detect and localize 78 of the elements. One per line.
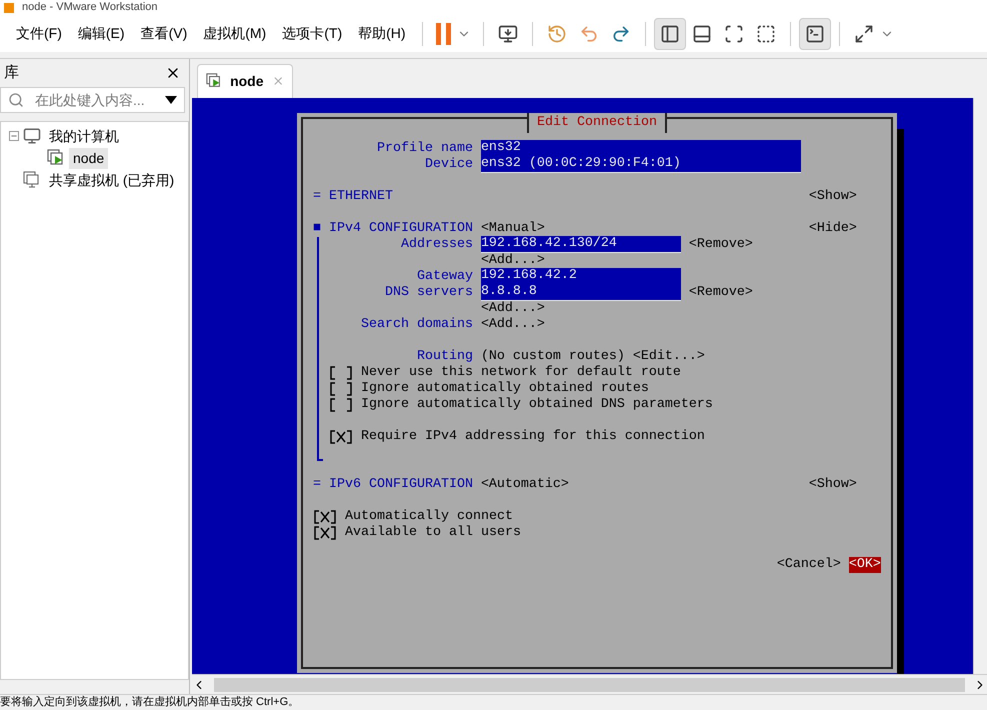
- status-text: 要将输入定向到该虚拟机，请在虚拟机内部单击或按 Ctrl+G。: [0, 697, 300, 708]
- text-field[interactable]: 192.168.42.2: [480, 268, 681, 286]
- computer-icon: [23, 127, 41, 145]
- collapse-toggle[interactable]: [9, 131, 19, 141]
- checkbox[interactable]: [313, 510, 337, 524]
- clock-icon: [546, 24, 567, 44]
- console-screen[interactable]: [192, 98, 973, 674]
- redo-icon: [610, 24, 631, 44]
- section-heading: = IPv6 CONFIGURATION: [313, 476, 473, 493]
- scan-icon: [724, 24, 744, 44]
- field-label: Search domains: [360, 316, 473, 333]
- checkbox-label: Ignore automatically obtained DNS parameters: [360, 396, 713, 413]
- menu-item[interactable]: 选项卡(T): [274, 23, 350, 44]
- scrollbar-thumb[interactable]: [214, 678, 965, 692]
- menu-item[interactable]: 帮助(H): [350, 23, 414, 44]
- dashed-square-icon: [756, 24, 776, 44]
- menu-item[interactable]: 虚拟机(M): [195, 23, 274, 44]
- field-label: Device: [424, 156, 473, 173]
- maximize-icon: [854, 24, 874, 44]
- checkbox[interactable]: [328, 382, 353, 396]
- menu-item[interactable]: 编辑(E): [70, 23, 133, 44]
- undo-icon: [578, 24, 599, 44]
- checkbox[interactable]: [328, 430, 353, 444]
- checkbox-label: Never use this network for default route: [360, 364, 681, 381]
- add-link[interactable]: <Add...>: [480, 316, 545, 333]
- tab[interactable]: node: [197, 64, 293, 98]
- search-field[interactable]: 在此处键入内容...: [0, 87, 185, 113]
- field-label: Routing: [416, 348, 473, 365]
- field-label: Addresses: [400, 236, 473, 253]
- toggle-link[interactable]: <Show>: [808, 188, 857, 205]
- mode-dropdown[interactable]: <Automatic>: [480, 476, 569, 493]
- text-field[interactable]: ens32: [480, 140, 801, 158]
- checkbox[interactable]: [328, 398, 353, 412]
- field-label: Profile name: [376, 140, 473, 157]
- dropdown-icon[interactable]: [165, 96, 177, 104]
- text-field[interactable]: 192.168.42.130/24: [480, 236, 681, 254]
- menu-item[interactable]: 文件(F): [8, 23, 70, 44]
- section-heading: ■ IPv4 CONFIGURATION: [313, 220, 473, 237]
- remove-link[interactable]: <Remove>: [688, 284, 753, 301]
- field-label: DNS servers: [384, 284, 473, 301]
- tree-item[interactable]: 共享虚拟机 (已弃用): [45, 170, 178, 190]
- text-field[interactable]: ens32 (00:0C:29:90:F4:01): [480, 156, 801, 174]
- monitor-download-icon: [498, 24, 518, 44]
- routing-value: (No custom routes): [480, 348, 625, 365]
- pause-icon: [434, 22, 453, 44]
- text-field[interactable]: 8.8.8.8: [480, 284, 681, 302]
- remove-link[interactable]: <Remove>: [688, 236, 753, 253]
- checkbox[interactable]: [328, 366, 353, 380]
- search-icon: [8, 92, 24, 108]
- window-title: node - VMware Workstation: [22, 2, 158, 13]
- add-link[interactable]: <Add...>: [480, 252, 545, 269]
- terminal-icon: [804, 24, 825, 44]
- add-link[interactable]: <Add...>: [480, 300, 545, 317]
- panel-title: 库: [4, 62, 19, 83]
- menu-item[interactable]: 查看(V): [132, 23, 196, 44]
- edit-link[interactable]: <Edit...>: [632, 348, 705, 365]
- checkbox-label: Available to all users: [344, 524, 521, 541]
- dialog-title: Edit Connection: [527, 112, 667, 133]
- app-logo-icon: [4, 2, 14, 12]
- shared-vm-icon: [23, 171, 41, 189]
- tree-item[interactable]: 我的计算机: [45, 126, 123, 146]
- checkbox-label: Automatically connect: [344, 508, 513, 525]
- dialog-button[interactable]: <Cancel>: [776, 556, 841, 573]
- toggle-link[interactable]: <Show>: [808, 476, 857, 493]
- toggle-link[interactable]: <Hide>: [808, 220, 857, 237]
- toolbar-button[interactable]: [654, 18, 686, 50]
- toolbar-button[interactable]: [798, 18, 831, 50]
- checkbox[interactable]: [313, 526, 337, 540]
- dialog-button[interactable]: <OK>: [848, 556, 881, 573]
- checkbox-label: Ignore automatically obtained routes: [360, 380, 649, 397]
- panel-bottom-icon: [692, 24, 712, 44]
- tree-item[interactable]: node: [69, 148, 108, 168]
- panel-left-icon: [660, 24, 680, 44]
- vm-icon: [47, 149, 65, 167]
- checkbox-label: Require IPv4 addressing for this connection: [360, 428, 705, 445]
- mode-dropdown[interactable]: <Manual>: [480, 220, 545, 237]
- section-heading: = ETHERNET: [313, 188, 393, 205]
- field-label: Gateway: [416, 268, 473, 285]
